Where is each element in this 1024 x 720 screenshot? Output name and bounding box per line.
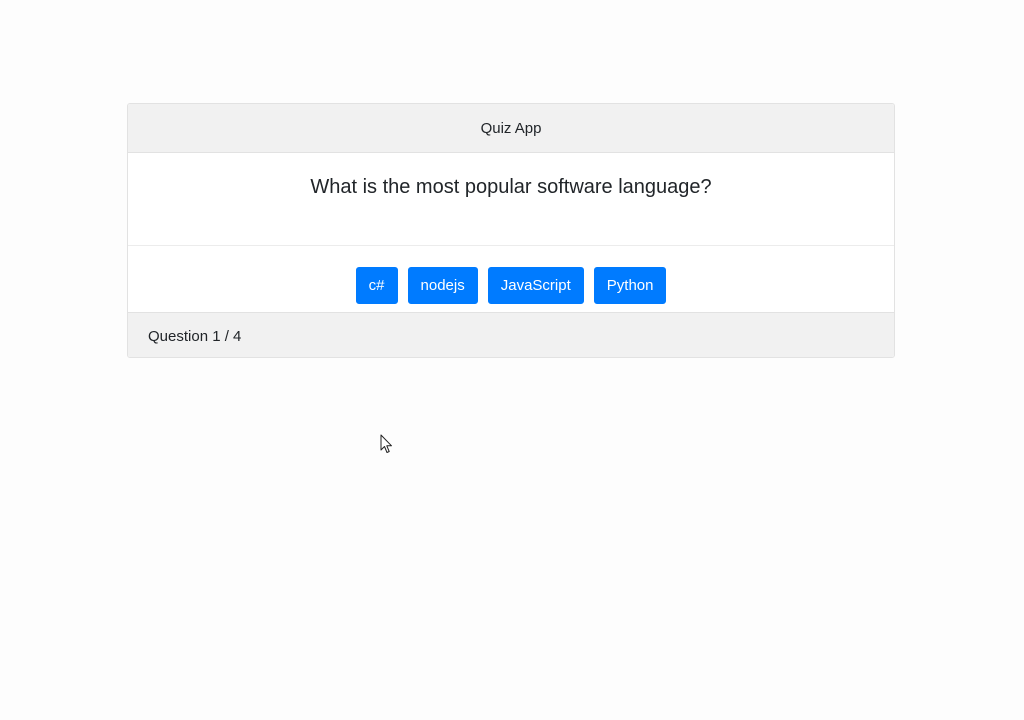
quiz-card: Quiz App What is the most popular softwa… [127,103,895,358]
answer-button-nodejs[interactable]: nodejs [407,267,478,304]
answer-button-javascript[interactable]: JavaScript [487,267,584,304]
answer-options: c# nodejs JavaScript Python [128,246,894,312]
card-footer: Question 1 / 4 [128,312,894,357]
answer-button-python[interactable]: Python [593,267,667,304]
card-header: Quiz App [128,104,894,153]
question-progress: Question 1 / 4 [148,327,242,345]
answer-button-csharp[interactable]: c# [355,267,398,304]
question-area: What is the most popular software langua… [128,153,894,246]
app-title: Quiz App [480,119,542,137]
question-text: What is the most popular software langua… [310,176,712,198]
mouse-pointer-icon [380,434,392,453]
